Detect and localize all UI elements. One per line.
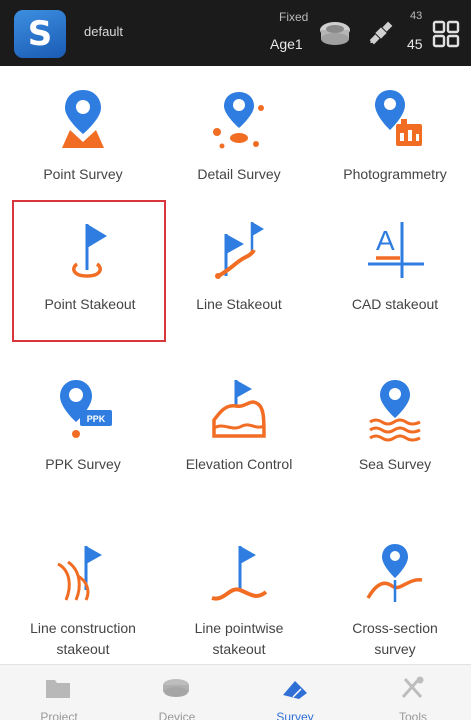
top-status-bar: S default Fixed Age1 43 45: [0, 0, 471, 66]
elevation-control-icon: [212, 380, 266, 438]
tile-label: Point Survey: [43, 166, 123, 182]
nav-label: Survey: [276, 710, 314, 720]
line-stakeout-icon: [215, 222, 264, 279]
nav-survey[interactable]: Survey: [236, 665, 354, 720]
tile-line-construction-stakeout[interactable]: Line construction stakeout: [5, 526, 161, 676]
project-name[interactable]: default: [84, 24, 123, 39]
svg-text:A: A: [376, 225, 395, 256]
tile-label: CAD stakeout: [351, 296, 439, 312]
survey-icon: [283, 681, 307, 699]
app-logo-letter: S: [27, 14, 53, 54]
fix-status-label: Fixed: [279, 10, 309, 24]
ppk-survey-icon: PPK: [60, 380, 112, 438]
tile-label: Line Stakeout: [196, 296, 282, 312]
tile-label: Sea Survey: [358, 456, 432, 472]
satellites-total: 45: [407, 36, 423, 52]
tile-label: Line pointwise stakeout: [194, 620, 284, 657]
tile-label: Detail Survey: [197, 166, 281, 182]
tile-label: PPK Survey: [45, 456, 121, 472]
line-construction-stakeout-icon: [57, 546, 102, 601]
satellites-used: 43: [410, 10, 423, 22]
nav-tools[interactable]: Tools: [354, 665, 471, 720]
tile-line-stakeout[interactable]: Line Stakeout: [161, 202, 317, 352]
line-pointwise-stakeout-icon: [211, 546, 268, 601]
svg-text:PPK: PPK: [87, 414, 106, 424]
tile-point-stakeout[interactable]: Point Stakeout: [12, 200, 168, 352]
project-icon: [46, 680, 70, 698]
tile-line-pointwise-stakeout[interactable]: Line pointwise stakeout: [161, 526, 317, 676]
nav-label: Tools: [398, 710, 427, 720]
rover-receiver-icon[interactable]: [318, 18, 352, 48]
tile-label: Line construction stakeout: [30, 620, 136, 657]
grid-menu-icon[interactable]: [432, 20, 460, 48]
tile-detail-survey[interactable]: Detail Survey: [161, 72, 317, 222]
cross-section-survey-icon: [366, 544, 423, 602]
bottom-navigation: Project Device Survey Tools: [0, 664, 471, 720]
satellite-icon[interactable]: [366, 18, 396, 48]
selection-frame: [12, 200, 166, 342]
app-logo-button[interactable]: S: [14, 10, 66, 58]
photogrammetry-icon: [375, 90, 422, 146]
point-survey-icon: [62, 90, 104, 148]
tile-label: Photogrammetry: [343, 166, 447, 182]
tile-photogrammetry[interactable]: Photogrammetry: [317, 72, 471, 222]
nav-project[interactable]: Project: [0, 665, 118, 720]
device-icon: [163, 679, 189, 697]
tile-cad-stakeout[interactable]: A CAD stakeout: [317, 202, 471, 352]
nav-device[interactable]: Device: [118, 665, 236, 720]
tile-ppk-survey[interactable]: PPK PPK Survey: [5, 362, 161, 512]
sea-survey-icon: [369, 380, 421, 442]
tile-label: Elevation Control: [185, 456, 293, 472]
cad-stakeout-icon: A: [368, 222, 424, 278]
nav-label: Device: [158, 710, 196, 720]
detail-survey-icon: [213, 92, 264, 149]
tile-cross-section-survey[interactable]: Cross-section survey: [317, 526, 471, 676]
function-grid: Point Survey Detail Survey Photogrammetr…: [0, 66, 471, 666]
tile-sea-survey[interactable]: Sea Survey: [317, 362, 471, 512]
nav-label: Project: [40, 710, 78, 720]
tools-icon: [401, 676, 424, 698]
tile-elevation-control[interactable]: Elevation Control: [161, 362, 317, 512]
tile-label: Cross-section survey: [352, 620, 438, 657]
age-label: Age1: [270, 36, 303, 52]
